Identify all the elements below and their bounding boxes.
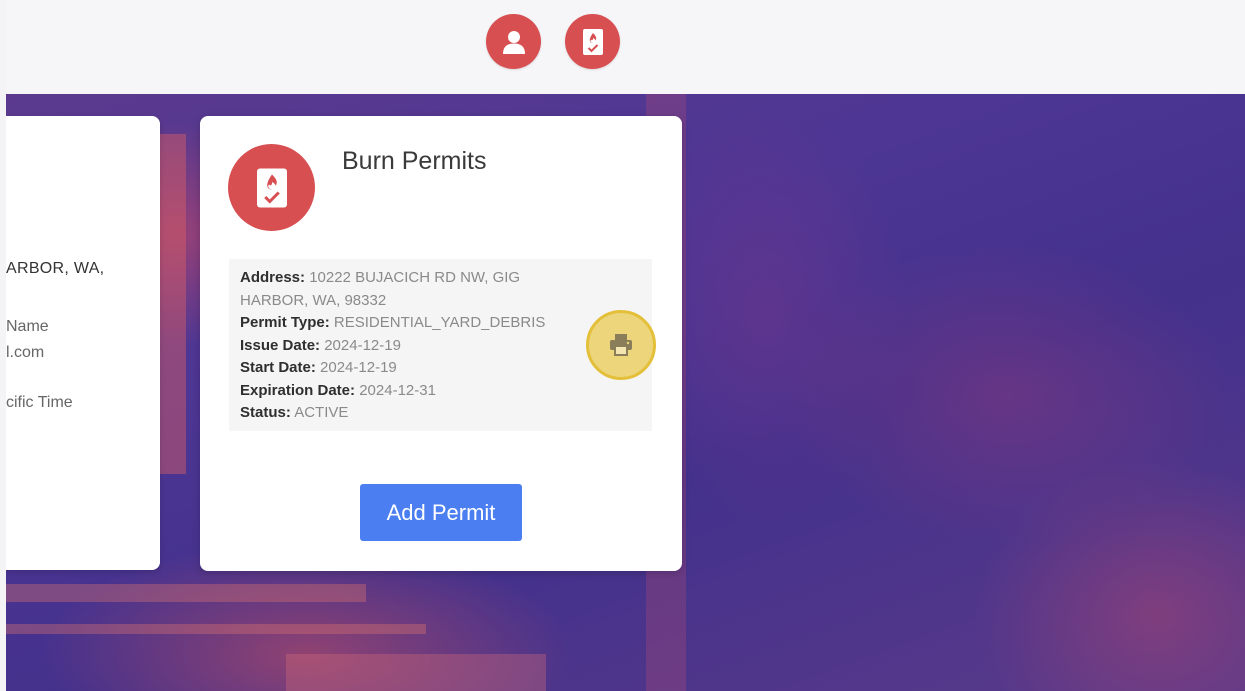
status-row: Status: ACTIVE (240, 402, 570, 425)
left-edge (0, 0, 6, 691)
account-name-fragment: Name (6, 318, 49, 335)
profile-nav-button[interactable] (486, 14, 541, 69)
print-permit-button[interactable] (586, 310, 656, 380)
start-date-value: 2024-12-19 (320, 359, 397, 376)
status-label: Status: (240, 404, 291, 421)
start-date-label: Start Date: (240, 359, 316, 376)
address-row: Address: 10222 BUJACICH RD NW, GIG HARBO… (240, 267, 570, 312)
status-value: ACTIVE (294, 404, 349, 421)
expiration-date-value: 2024-12-31 (359, 381, 436, 399)
start-date-row: Start Date: 2024-12-19 (240, 357, 570, 380)
account-email-fragment: l.com (6, 344, 45, 361)
permit-type-label: Permit Type: (240, 314, 330, 331)
printer-icon (610, 334, 632, 356)
expiration-date-label: Expiration Date: (240, 381, 356, 399)
burn-permit-icon (256, 168, 287, 207)
top-nav-bar (6, 0, 1245, 94)
account-card-partial: ARBOR, WA, Name l.com cific Time (6, 116, 160, 570)
card-title: Burn Permits (342, 147, 487, 175)
burn-permits-card: Burn Permits Address: 10222 BUJACICH RD … (200, 116, 682, 571)
permit-type-value: RESIDENTIAL_YARD_DEBRIS (333, 314, 546, 331)
issue-date-value: 2024-12-19 (324, 336, 401, 354)
add-permit-button[interactable]: Add Permit (360, 484, 522, 541)
permit-details: Address: 10222 BUJACICH RD NW, GIG HARBO… (229, 259, 656, 431)
user-icon (502, 30, 525, 54)
burn-permits-card-icon (228, 144, 315, 231)
account-address-fragment: ARBOR, WA, (6, 260, 105, 277)
permit-details-list: Address: 10222 BUJACICH RD NW, GIG HARBO… (240, 267, 570, 425)
address-label: Address: (240, 269, 306, 286)
issue-date-label: Issue Date: (240, 336, 321, 354)
burn-permits-nav-button[interactable] (565, 14, 620, 69)
burn-permit-icon (582, 28, 603, 55)
account-timezone-fragment: cific Time (6, 394, 73, 411)
permit-type-row: Permit Type: RESIDENTIAL_YARD_DEBRIS (240, 312, 570, 335)
expiration-date-row: Expiration Date: 2024-12-31 (240, 380, 570, 403)
issue-date-row: Issue Date: 2024-12-19 (240, 335, 570, 358)
